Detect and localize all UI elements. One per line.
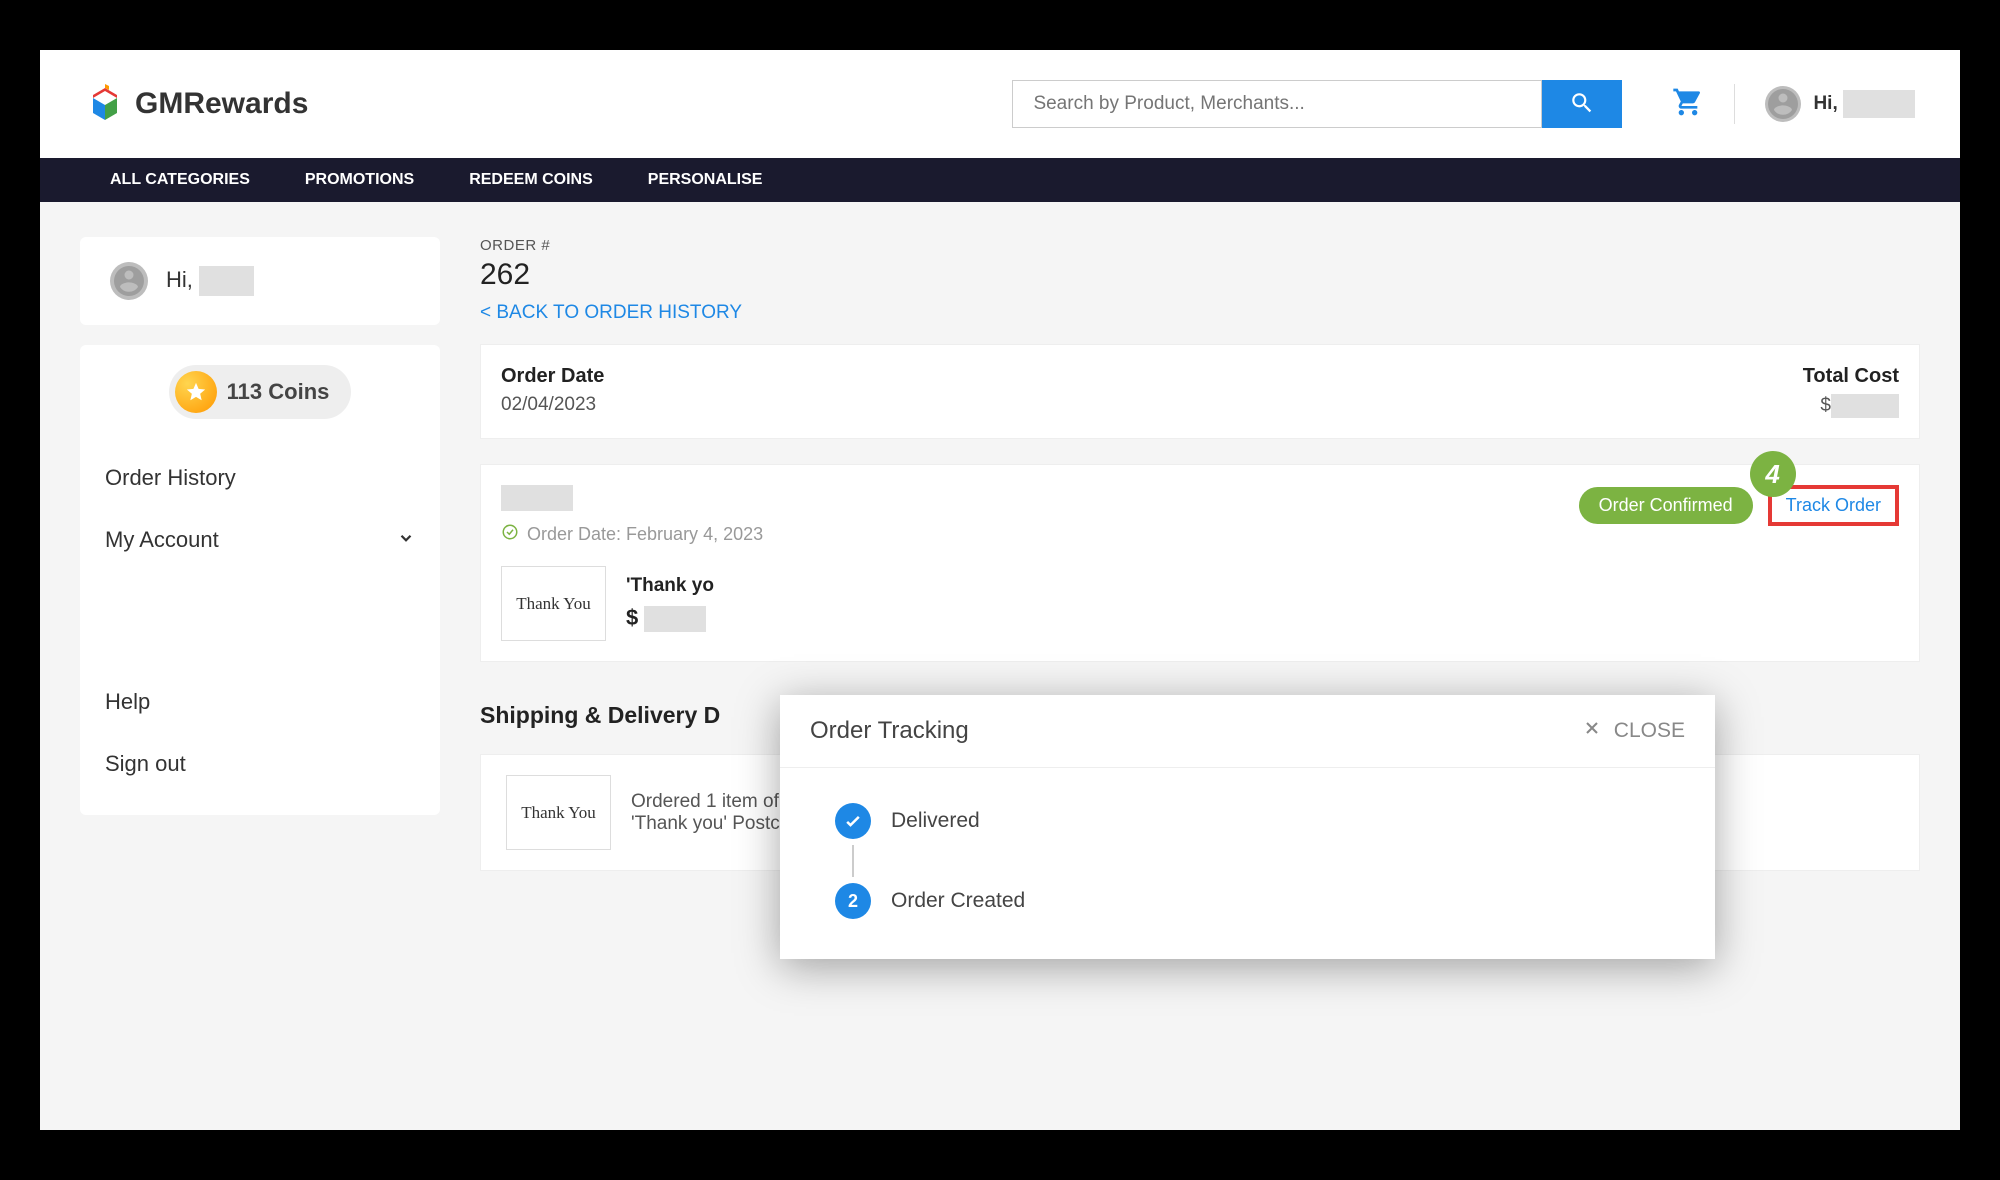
user-section[interactable]: Hi, [1765,86,1915,122]
sidebar-greeting: Hi, [166,266,254,296]
redacted-merchant [501,485,573,511]
track-step-label: Delivered [891,809,980,833]
total-cost-label: Total Cost [1803,365,1899,388]
coin-icon [175,371,217,413]
order-date-label: Order Date [501,365,604,388]
sidebar-user-card: Hi, [80,237,440,325]
product-thumbnail: Thank You [501,566,606,641]
avatar-icon [110,262,148,300]
order-status-pill: Order Confirmed [1579,487,1753,524]
cart-icon[interactable] [1672,86,1704,123]
logo-text: GMRewards [135,87,308,121]
order-tracking-modal: Order Tracking CLOSE Delivered 2 Order C… [780,695,1715,959]
order-date-value: 02/04/2023 [501,394,604,416]
nav-redeem-coins[interactable]: REDEEM COINS [469,171,593,189]
order-date-line: Order Date: February 4, 2023 [501,523,763,546]
check-icon [835,803,871,839]
sidebar: Hi, 113 Coins Order History [80,237,440,871]
track-step-delivered: Delivered [835,803,1660,839]
step-number-icon: 2 [835,883,871,919]
coins-text: 113 Coins [227,379,330,405]
modal-close-button[interactable]: CLOSE [1582,718,1685,744]
order-number-label: ORDER # [480,237,1920,254]
coins-badge[interactable]: 113 Coins [169,365,352,419]
nav-personalise[interactable]: PERSONALISE [648,171,763,189]
item-price: $ [626,605,714,632]
user-greeting: Hi, [1813,90,1915,118]
item-name: 'Thank yo [626,575,714,597]
nav-promotions[interactable]: PROMOTIONS [305,171,414,189]
product-thumbnail: Thank You [506,775,611,850]
track-step-label: Order Created [891,889,1025,913]
search-wrapper: Hi, [1012,80,1915,128]
order-item: Thank You 'Thank yo $ [501,566,1899,641]
logo-icon [85,84,125,124]
track-connector [852,845,854,877]
close-icon [1582,718,1602,744]
redacted-cost [1831,394,1899,418]
search-box [1012,80,1622,128]
search-icon [1569,90,1595,119]
header-divider [1734,84,1735,124]
avatar-icon [1765,86,1801,122]
search-input[interactable] [1012,80,1542,128]
order-number: 262 [480,258,1920,292]
sidebar-menu: 113 Coins Order History My Account Help … [80,345,440,815]
redacted-username [199,266,254,296]
sidebar-my-account[interactable]: My Account [105,509,415,571]
back-to-order-history-link[interactable]: < BACK TO ORDER HISTORY [480,302,1920,324]
check-circle-icon [501,523,519,546]
sidebar-help[interactable]: Help [105,671,415,733]
redacted-username [1843,90,1915,118]
order-meta: Order Date: February 4, 2023 [501,485,763,546]
header: GMRewards Hi, [40,50,1960,158]
sidebar-my-account-label: My Account [105,527,219,553]
item-details: 'Thank yo $ [626,575,714,632]
modal-title: Order Tracking [810,717,969,745]
nav-bar: ALL CATEGORIES PROMOTIONS REDEEM COINS P… [40,158,1960,202]
modal-header: Order Tracking CLOSE [780,695,1715,768]
order-date-block: Order Date 02/04/2023 [501,365,604,418]
order-summary: Order Date 02/04/2023 Total Cost $ [480,344,1920,439]
modal-body: Delivered 2 Order Created [780,768,1715,959]
logo[interactable]: GMRewards [85,84,308,124]
redacted-price [644,606,706,632]
total-cost-block: Total Cost $ [1803,365,1899,418]
total-cost-value: $ [1803,394,1899,418]
sidebar-order-history[interactable]: Order History [105,447,415,509]
order-header: ORDER # 262 < BACK TO ORDER HISTORY [480,237,1920,324]
sidebar-sign-out[interactable]: Sign out [105,733,415,795]
search-button[interactable] [1542,80,1622,128]
order-actions: Order Confirmed 4 Track Order [1579,485,1899,526]
tutorial-step-badge: 4 [1750,451,1796,497]
chevron-down-icon [397,527,415,553]
track-step-created: 2 Order Created [835,883,1660,919]
nav-all-categories[interactable]: ALL CATEGORIES [110,171,250,189]
order-card: Order Date: February 4, 2023 Order Confi… [480,464,1920,662]
track-order-button[interactable]: 4 Track Order [1768,485,1899,526]
